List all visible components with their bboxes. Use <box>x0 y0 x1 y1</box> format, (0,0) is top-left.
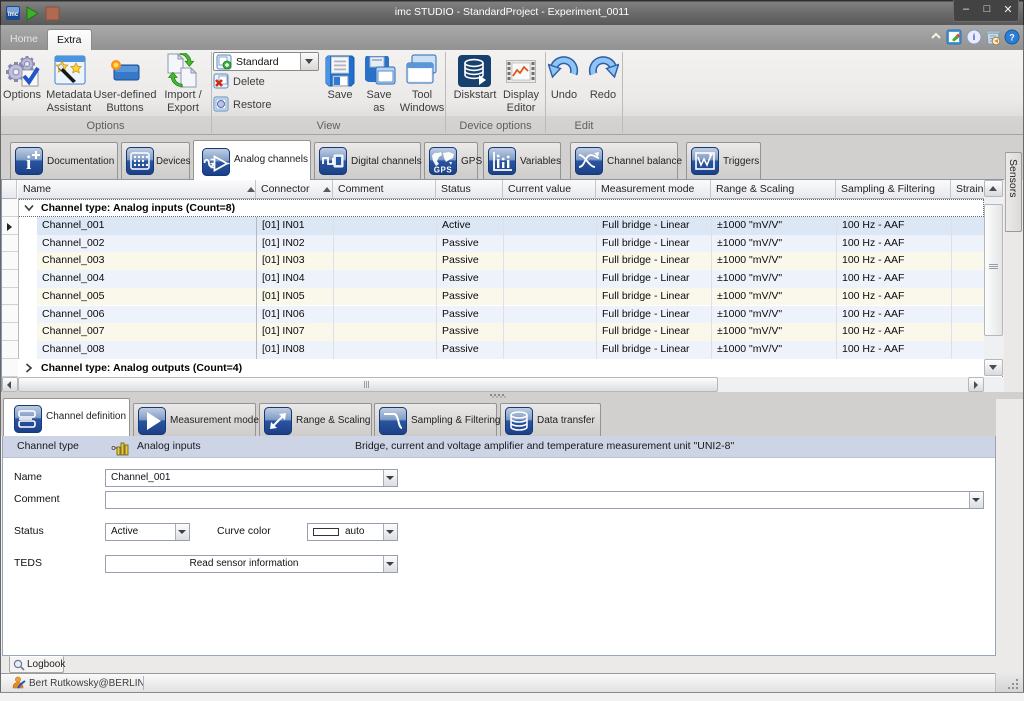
svg-text:imc: imc <box>8 12 19 18</box>
svg-text:i: i <box>26 153 31 174</box>
svg-text:GPS: GPS <box>434 166 453 175</box>
svg-text:?: ? <box>1009 33 1015 43</box>
svg-text:i: i <box>973 32 976 42</box>
